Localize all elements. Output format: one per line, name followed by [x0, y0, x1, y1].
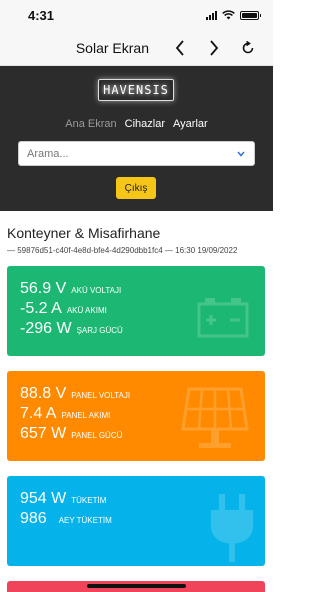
panel-current-row: 7.4 A PANEL AKIMI [20, 405, 130, 425]
device-meta: — 59876d51-c40f-4e8d-bfe4-4d290dbb1fc4 —… [7, 246, 238, 255]
battery-status-icon [240, 10, 261, 20]
chevron-right-icon [210, 39, 219, 56]
chevron-down-icon[interactable] [236, 149, 246, 159]
consumption-card[interactable]: 954 W TÜKETİM 986 AEY TÜKETİM [7, 476, 265, 566]
panel-current-value: 7.4 A [20, 405, 57, 422]
cellular-signal-icon [206, 10, 217, 20]
reload-icon [242, 40, 254, 53]
panel-power-label: PANEL GÜCÜ [71, 431, 123, 440]
battery-current-label: AKÜ AKIMI [66, 306, 107, 315]
charge-power-row: -296 W ŞARJ GÜCÜ [20, 320, 123, 340]
consumption-readings: 954 W TÜKETİM 986 AEY TÜKETİM [20, 490, 112, 530]
panel-voltage-label: PANEL VOLTAJI [71, 391, 131, 400]
menu-item-settings[interactable]: Ayarlar [173, 118, 208, 130]
battery-current-row: -5.2 A AKÜ AKIMI [20, 300, 123, 320]
consumption-label: TÜKETİM [71, 496, 107, 505]
logout-button[interactable]: Çıkış [116, 177, 156, 199]
battery-icon [197, 298, 249, 338]
panel-current-label: PANEL AKIMI [61, 411, 111, 420]
brand-logo[interactable]: HAVENSIS [98, 79, 174, 101]
status-icons [206, 10, 261, 20]
nav-bar: Solar Ekran [0, 30, 273, 66]
device-name: Konteyner & Misafirhane [7, 225, 161, 241]
consumption-row: 954 W TÜKETİM [20, 490, 112, 510]
panel-power-value: 657 W [20, 425, 67, 442]
main-menu: Ana Ekran Cihazlar Ayarlar [0, 118, 273, 130]
consumption-value: 954 W [20, 490, 67, 507]
battery-card[interactable]: 56.9 V AKÜ VOLTAJI -5.2 A AKÜ AKIMI -296… [7, 266, 265, 356]
home-indicator [87, 584, 186, 588]
monthly-consumption-row: 986 AEY TÜKETİM [20, 510, 112, 530]
wifi-icon [222, 10, 235, 20]
forward-button[interactable] [197, 33, 231, 63]
panel-voltage-value: 88.8 V [20, 385, 67, 402]
panel-card[interactable]: 88.8 V PANEL VOLTAJI 7.4 A PANEL AKIMI 6… [7, 371, 265, 461]
monthly-consumption-value: 986 [20, 510, 47, 527]
search-select[interactable] [18, 141, 255, 166]
battery-readings: 56.9 V AKÜ VOLTAJI -5.2 A AKÜ AKIMI -296… [20, 280, 123, 340]
reload-button[interactable] [231, 33, 265, 63]
brand-logo-text: HAVENSIS [103, 83, 169, 97]
menu-item-devices[interactable]: Cihazlar [125, 118, 165, 130]
chevron-left-icon [175, 39, 184, 56]
back-button[interactable] [163, 33, 197, 63]
battery-voltage-label: AKÜ VOLTAJI [71, 286, 122, 295]
charge-power-value: -296 W [20, 320, 72, 337]
battery-voltage-row: 56.9 V AKÜ VOLTAJI [20, 280, 123, 300]
panel-power-row: 657 W PANEL GÜCÜ [20, 425, 130, 445]
charge-power-label: ŞARJ GÜCÜ [76, 326, 123, 335]
monthly-consumption-label: AEY TÜKETİM [58, 516, 112, 525]
solar-panel-icon [181, 387, 249, 448]
panel-readings: 88.8 V PANEL VOLTAJI 7.4 A PANEL AKIMI 6… [20, 385, 130, 445]
battery-voltage-value: 56.9 V [20, 280, 67, 297]
plug-icon [211, 494, 253, 562]
status-bar: 4:31 [0, 0, 273, 30]
search-input[interactable] [27, 147, 236, 160]
app-header: HAVENSIS Ana Ekran Cihazlar Ayarlar Çıkı… [0, 66, 273, 211]
panel-voltage-row: 88.8 V PANEL VOLTAJI [20, 385, 130, 405]
status-time: 4:31 [28, 7, 55, 23]
battery-current-value: -5.2 A [20, 300, 62, 317]
menu-item-home[interactable]: Ana Ekran [65, 118, 116, 130]
page-title: Solar Ekran [75, 39, 149, 56]
